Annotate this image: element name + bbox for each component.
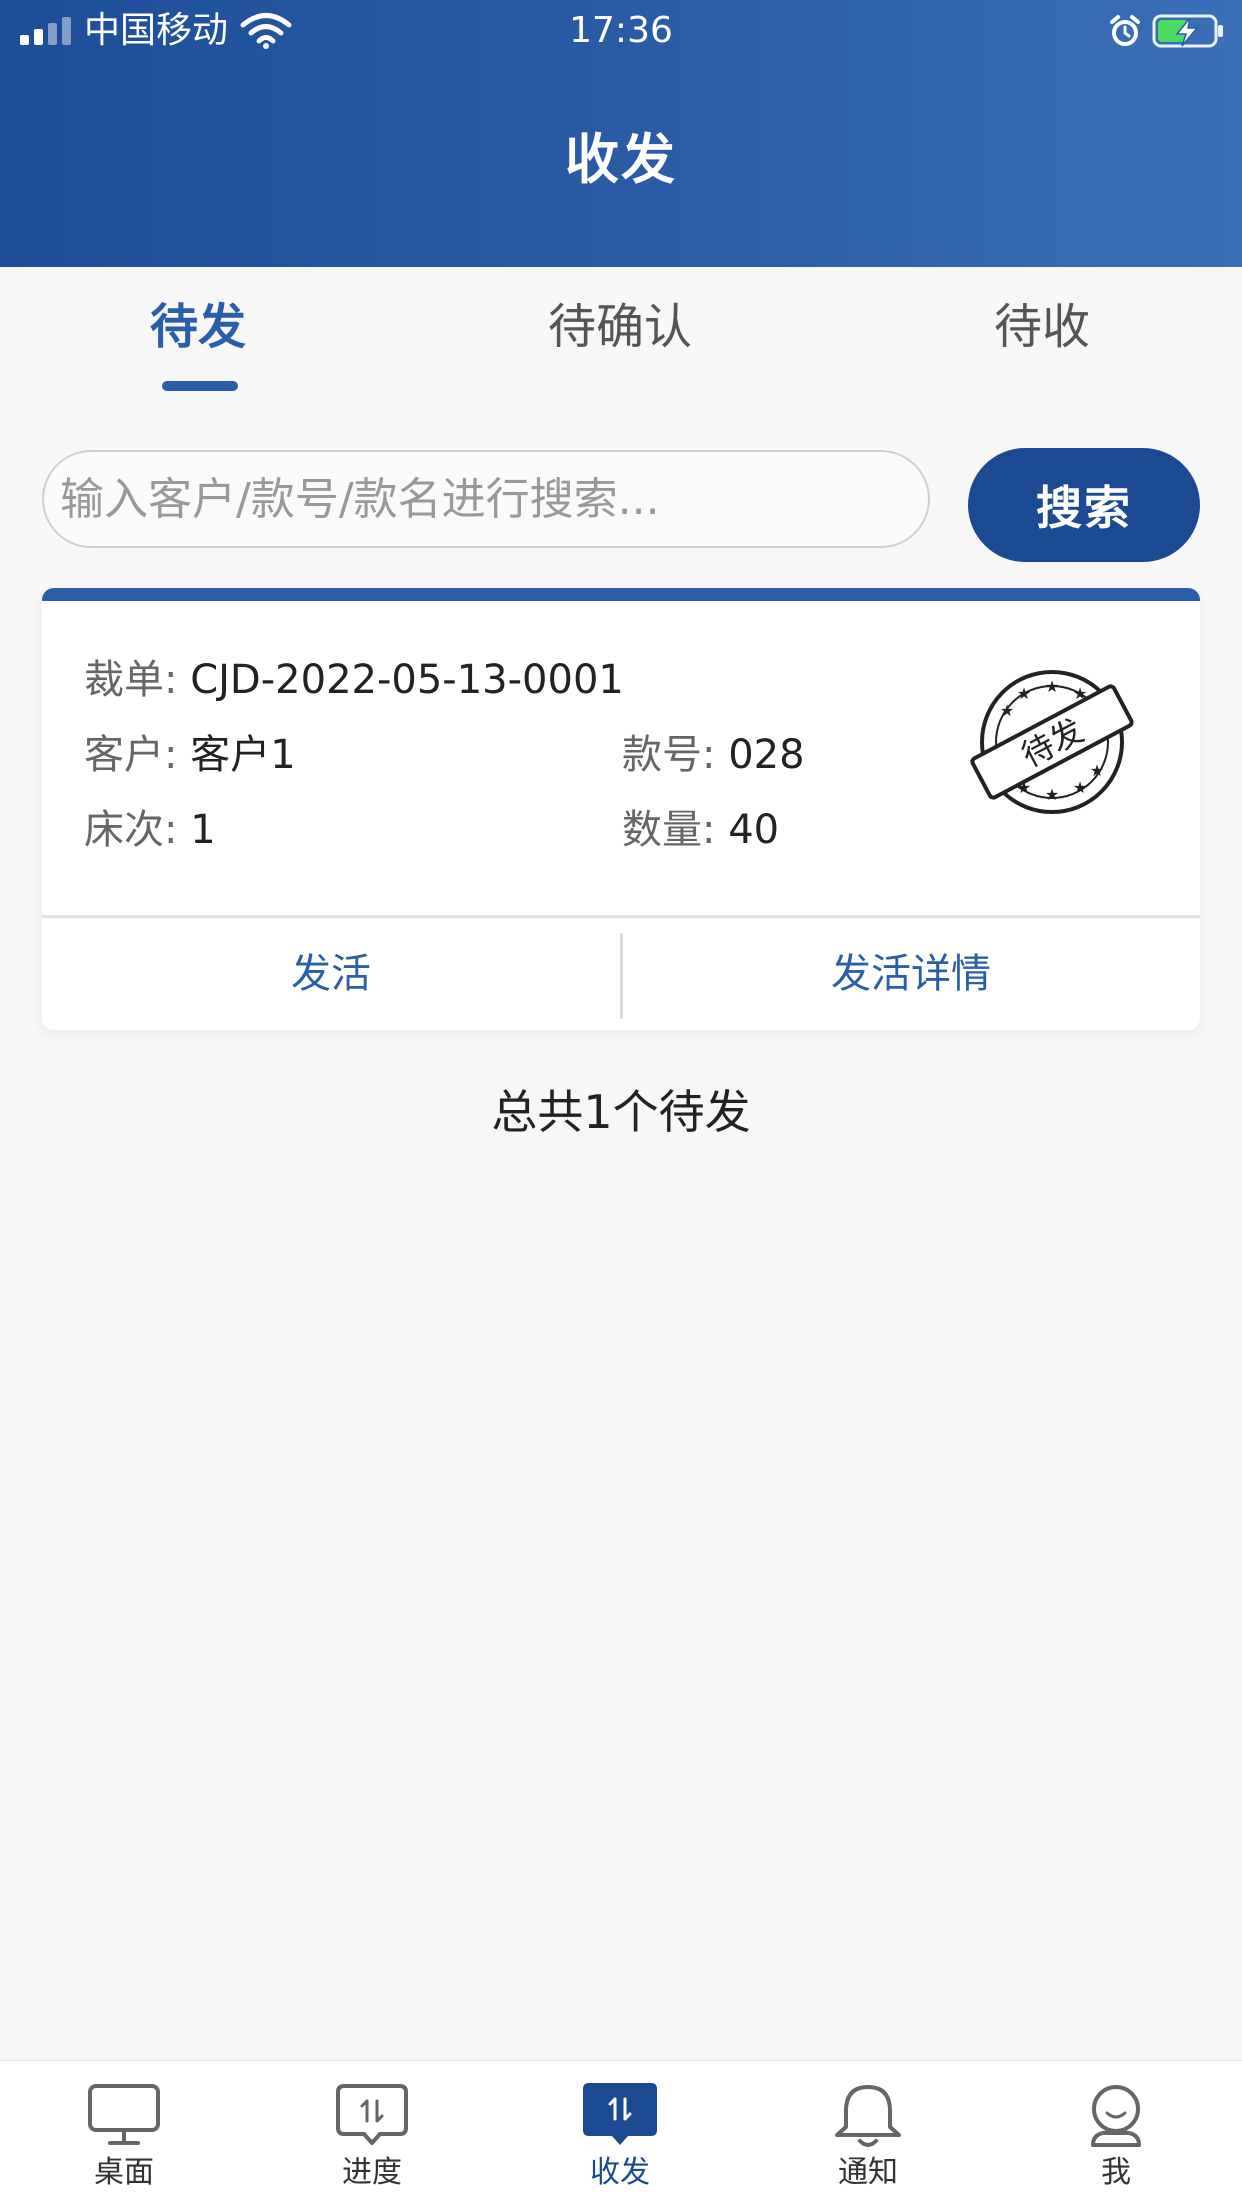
quantity-label: 数量:: [622, 807, 716, 853]
tab-pending-receive[interactable]: 待收: [892, 297, 1192, 357]
tab-bar: 待发 待确认 待收: [0, 267, 1242, 397]
search-input[interactable]: [42, 450, 930, 548]
bed-count-value: 1: [190, 807, 216, 853]
nav-label-transfer: 收发: [590, 2155, 650, 2190]
svg-text:★: ★: [1017, 684, 1031, 703]
quantity-value: 40: [728, 807, 780, 853]
order-card: 裁单: CJD-2022-05-13-0001 客户: 客户1 款号: 028 …: [42, 588, 1200, 1030]
style-number-label: 款号:: [622, 732, 716, 778]
battery-charging-icon: [1152, 14, 1226, 59]
style-number-field: 款号: 028: [622, 730, 805, 780]
desktop-icon: [88, 2084, 160, 2145]
customer-field: 客户: 客户1: [84, 730, 296, 780]
alarm-icon: [1108, 14, 1142, 57]
customer-value: 客户1: [190, 732, 296, 778]
total-count-text: 总共1个待发: [491, 1085, 751, 1139]
svg-text:★: ★: [1073, 778, 1087, 797]
bell-icon: [835, 2085, 901, 2147]
progress-icon: [336, 2084, 408, 2145]
search-button[interactable]: 搜索: [968, 448, 1200, 562]
nav-item-profile[interactable]: 我: [992, 2061, 1240, 2209]
bed-count-field: 床次: 1: [84, 805, 216, 855]
order-number-label: 裁单:: [84, 657, 178, 703]
nav-item-desktop[interactable]: 桌面: [0, 2061, 248, 2209]
pending-send-stamp: ★ ★ ★ ★ ★ ★ ★ ★ 待发: [962, 658, 1142, 832]
quantity-field: 数量: 40: [622, 805, 779, 855]
profile-icon: [1091, 2085, 1141, 2147]
order-number-value: CJD-2022-05-13-0001: [190, 657, 624, 703]
nav-item-progress[interactable]: 进度: [248, 2061, 496, 2209]
svg-text:★: ★: [1045, 677, 1059, 696]
order-number-field: 裁单: CJD-2022-05-13-0001: [84, 655, 624, 705]
style-number-value: 028: [728, 732, 805, 778]
tab-pending-send[interactable]: 待发: [48, 297, 348, 357]
nav-label-progress: 进度: [342, 2155, 402, 2190]
send-work-button[interactable]: 发活: [42, 918, 620, 1030]
nav-item-notification[interactable]: 通知: [744, 2061, 992, 2209]
card-accent-bar: [42, 588, 1200, 601]
active-tab-indicator: [162, 381, 238, 391]
svg-text:★: ★: [1090, 761, 1104, 780]
bed-count-label: 床次:: [84, 807, 178, 853]
svg-text:★: ★: [1045, 785, 1059, 804]
bottom-nav: 桌面 进度 收发 通知 我: [0, 2060, 1242, 2209]
transfer-icon: [583, 2083, 657, 2145]
status-time: 17:36: [569, 10, 673, 51]
status-bar: 中国移动 17:36: [0, 0, 1242, 62]
nav-label-notification: 通知: [838, 2155, 898, 2190]
app-header: 中国移动 17:36 收发: [0, 0, 1242, 267]
send-work-detail-button[interactable]: 发活详情: [622, 918, 1200, 1030]
nav-label-profile: 我: [1101, 2155, 1131, 2190]
tab-pending-confirm[interactable]: 待确认: [470, 297, 770, 357]
customer-label: 客户:: [84, 732, 178, 778]
page-title: 收发: [565, 128, 677, 191]
nav-item-transfer[interactable]: 收发: [496, 2061, 744, 2209]
svg-text:★: ★: [1000, 701, 1014, 720]
nav-label-desktop: 桌面: [94, 2155, 154, 2190]
